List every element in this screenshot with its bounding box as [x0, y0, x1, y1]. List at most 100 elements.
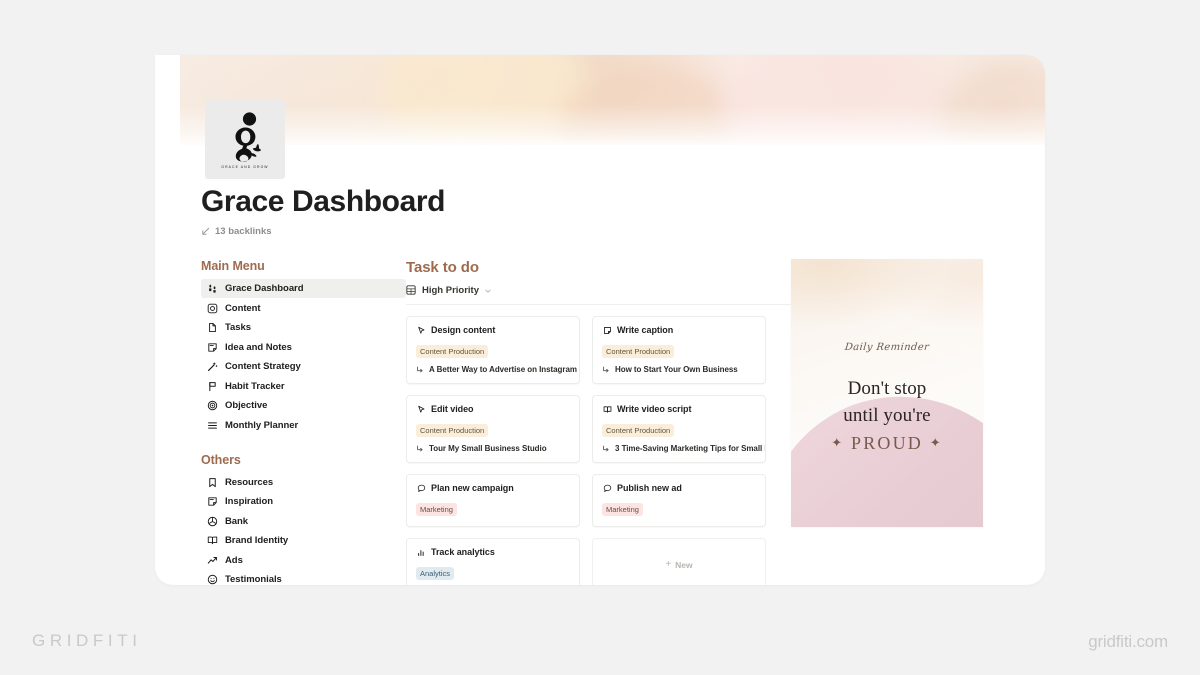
task-card[interactable]: Track analytics Analytics [406, 538, 580, 585]
gridfiti-url: gridfiti.com [1088, 632, 1168, 651]
grace-and-grow-logo-icon [235, 111, 261, 162]
sidebar-item-label: Objective [225, 400, 268, 411]
camera-icon [206, 302, 218, 314]
tasks-column: Task to do High Priority Design content … [406, 259, 791, 585]
task-tag: Marketing [416, 503, 457, 516]
sidebar-item-ads[interactable]: Ads [201, 551, 406, 570]
sidebar-item-label: Brand Identity [225, 535, 289, 546]
sidebar-item-label: Content [225, 302, 261, 314]
sidebar-column: Main Menu Grace Dashboard Content Tasks … [201, 259, 406, 585]
task-subitem[interactable]: 3 Time-Saving Marketing Tips for Small B [602, 444, 765, 453]
quote-kicker: Daily Reminder [844, 342, 930, 353]
task-subitem[interactable]: How to Start Your Own Business [602, 365, 756, 374]
quote-content: Daily Reminder Don't stop until you're ✦… [791, 259, 983, 454]
subitem-arrow-icon [602, 445, 610, 453]
quote-emphasis-line: ✦ PROUD ✦ [791, 433, 983, 454]
subitem-label: How to Start Your Own Business [615, 365, 738, 374]
subitem-label: 3 Time-Saving Marketing Tips for Small B [615, 444, 766, 453]
cursor-icon [416, 325, 426, 335]
database-view-selector[interactable]: High Priority [406, 285, 791, 305]
task-subitem[interactable]: Tour My Small Business Studio [416, 444, 570, 453]
sidebar-item-objective[interactable]: Objective [201, 396, 406, 415]
bar-chart-icon [416, 547, 426, 557]
sidebar-item-label: Testimonials [225, 574, 282, 585]
task-card[interactable]: Publish new ad Marketing [592, 474, 766, 527]
target-icon [206, 400, 218, 412]
sidebar-item-tasks[interactable]: Tasks [201, 318, 406, 337]
sidebar-item-content-strategy[interactable]: Content Strategy [201, 357, 406, 376]
task-title: Edit video [431, 404, 474, 414]
logo-brand-text: GRACE AND GROW [221, 164, 269, 169]
quote-line-2: until you're [843, 404, 931, 426]
plus-icon: + [665, 558, 672, 570]
sidebar-heading-others: Others [201, 452, 241, 467]
task-tag: Analytics [416, 567, 455, 580]
task-card-header: Plan new campaign [416, 483, 570, 493]
backlinks-row[interactable]: 13 backlinks [201, 226, 997, 237]
task-card[interactable]: Plan new campaign Marketing [406, 474, 580, 527]
package-icon [206, 515, 218, 527]
list-icon [206, 419, 218, 431]
task-title: Publish new ad [617, 483, 682, 493]
new-label: New [675, 559, 693, 570]
sticky-note-icon [206, 341, 218, 353]
sidebar-item-label: Grace Dashboard [225, 283, 304, 294]
bookmark-icon [206, 476, 218, 488]
task-title: Track analytics [431, 547, 495, 557]
task-title: Design content [431, 325, 496, 335]
book-open-icon [602, 404, 612, 414]
task-card[interactable]: Edit video Content Production Tour My Sm… [406, 395, 580, 463]
message-icon [602, 483, 612, 493]
new-task-button[interactable]: + New [592, 538, 766, 585]
sidebar-item-label: Monthly Planner [225, 419, 299, 431]
flag-icon [206, 380, 218, 392]
cover-fade-overlay [180, 55, 1045, 145]
chevron-down-icon[interactable] [484, 287, 492, 295]
sidebar-item-label: Content Strategy [225, 361, 301, 372]
sidebar-item-brand-identity[interactable]: Brand Identity [201, 531, 406, 550]
daily-reminder-image[interactable]: Daily Reminder Don't stop until you're ✦… [791, 259, 983, 527]
sidebar-item-inspiration[interactable]: Inspiration [201, 492, 406, 511]
sidebar-item-resources[interactable]: Resources [201, 473, 406, 492]
page-cover-image[interactable] [180, 55, 1045, 145]
sidebar-item-bank[interactable]: Bank [201, 512, 406, 531]
trending-up-icon [206, 554, 218, 566]
sidebar-item-label: Ads [225, 554, 243, 566]
table-view-icon [406, 285, 417, 296]
sidebar-item-label: Tasks [225, 322, 251, 333]
view-label: High Priority [422, 285, 480, 296]
subitem-label: Tour My Small Business Studio [429, 444, 547, 453]
sidebar-item-grace-dashboard[interactable]: Grace Dashboard [201, 279, 406, 298]
sparkle-icon-left: ✦ [831, 434, 845, 450]
backlinks-label: 13 backlinks [215, 226, 272, 237]
task-card-header: Edit video [416, 404, 570, 414]
page-icon[interactable]: GRACE AND GROW [205, 99, 285, 179]
cursor-icon [416, 404, 426, 414]
gridfiti-wordmark: GRIDFITI [32, 631, 142, 650]
smile-icon [206, 574, 218, 586]
sidebar-item-idea-and-notes[interactable]: Idea and Notes [201, 338, 406, 357]
tasks-heading: Task to do [406, 259, 479, 276]
task-card-header: Write video script [602, 404, 756, 414]
task-card[interactable]: Write caption Content Production How to … [592, 316, 766, 384]
notion-page-window: GRACE AND GROW Grace Dashboard 13 backli… [155, 55, 1045, 585]
sidebar-item-habit-tracker[interactable]: Habit Tracker [201, 377, 406, 396]
sparkle-icon-right: ✦ [929, 434, 943, 450]
quote-column: Daily Reminder Don't stop until you're ✦… [791, 259, 986, 527]
page-body: Grace Dashboard 13 backlinks Main Menu G… [155, 185, 1045, 585]
sidebar-item-content[interactable]: Content [201, 299, 406, 318]
sidebar-item-label: Resources [225, 476, 274, 488]
sidebar-item-testimonials[interactable]: Testimonials [201, 570, 406, 585]
screenshot-stage: GRIDFITI gridfiti.com GRACE AND GROW Gra… [0, 0, 1200, 675]
task-card[interactable]: Design content Content Production A Bett… [406, 316, 580, 384]
subitem-arrow-icon [602, 366, 610, 374]
subitem-label: A Better Way to Advertise on Instagram [429, 365, 577, 374]
sidebar-item-monthly-planner[interactable]: Monthly Planner [201, 416, 406, 435]
task-card-header: Design content [416, 325, 570, 335]
page-title: Grace Dashboard [201, 185, 446, 218]
book-open-icon [206, 535, 218, 547]
task-card[interactable]: Write video script Content Production 3 … [592, 395, 766, 463]
task-subitem[interactable]: A Better Way to Advertise on Instagram [416, 365, 577, 374]
task-title: Write caption [617, 325, 674, 335]
task-tag: Content Production [602, 424, 675, 437]
